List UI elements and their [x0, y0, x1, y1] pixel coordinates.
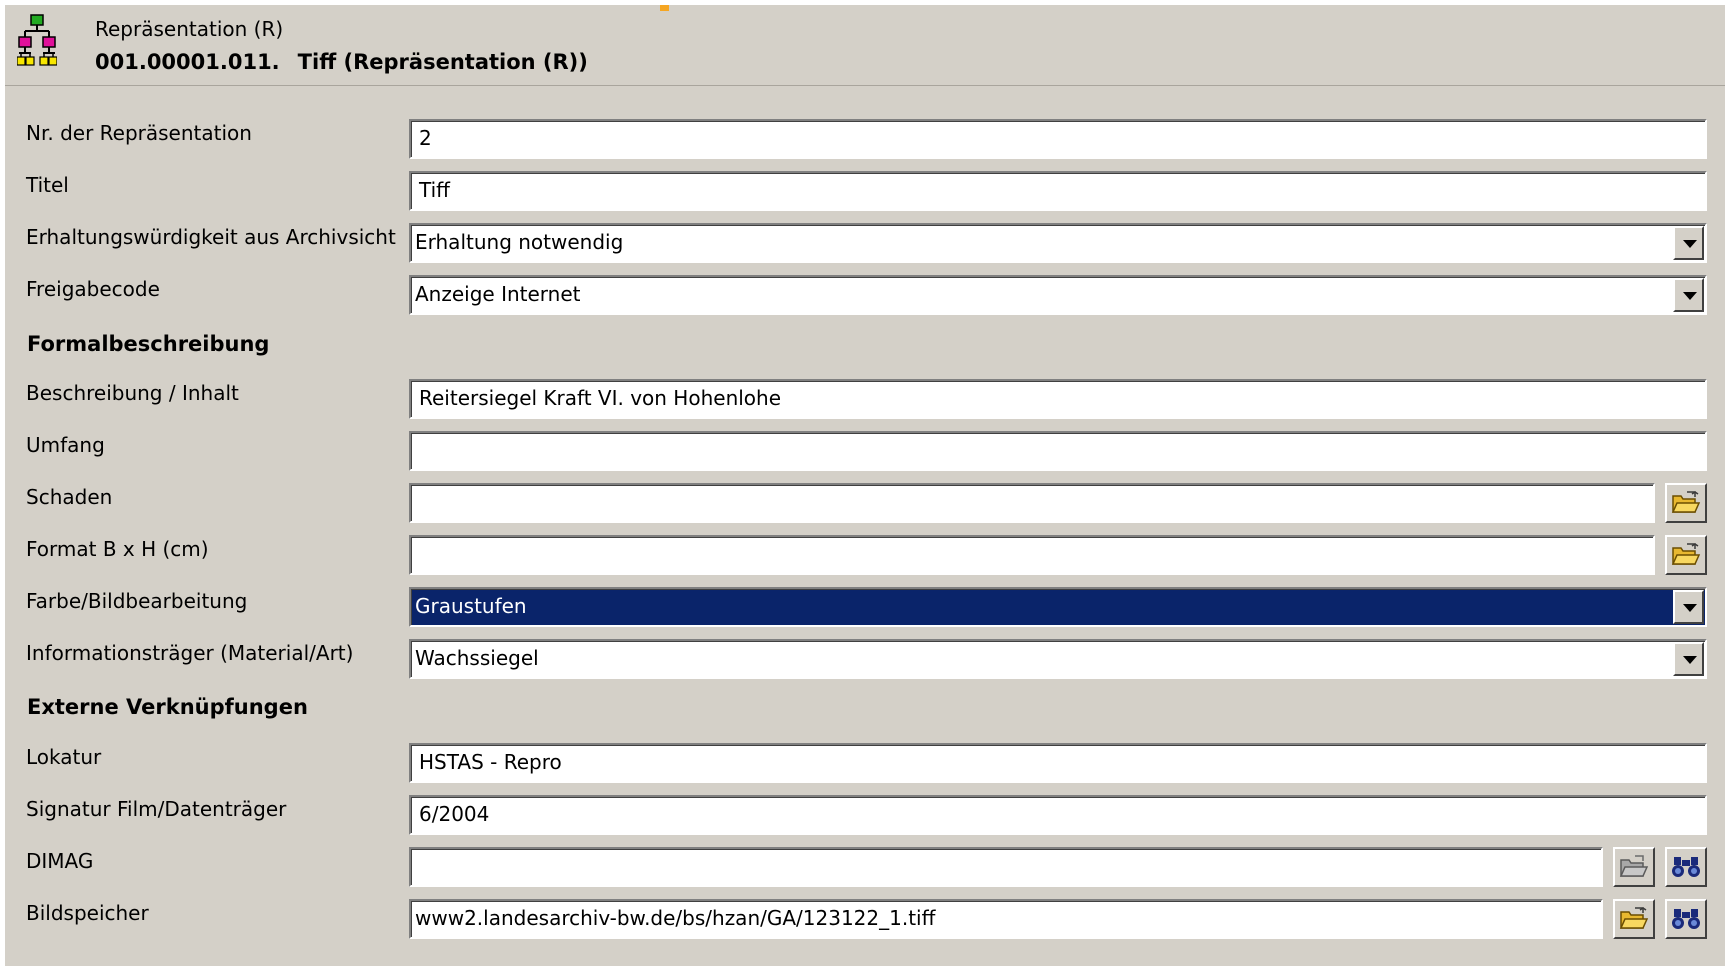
binoculars-icon	[1672, 857, 1700, 877]
signatur-label: Signatur Film/Datenträger	[26, 797, 287, 821]
erhaltung-label: Erhaltungswürdigkeit aus Archivsicht	[26, 225, 396, 249]
farbe-value: Graustufen	[415, 594, 527, 618]
freigabe-select[interactable]: Anzeige Internet	[409, 275, 1707, 315]
farbe-select[interactable]: Graustufen	[409, 587, 1707, 627]
format-label: Format B x H (cm)	[26, 537, 209, 561]
bildspeicher-browse-button[interactable]	[1613, 899, 1655, 939]
schaden-browse-button[interactable]	[1665, 483, 1707, 523]
hierarchy-tree-icon	[17, 14, 57, 66]
beschreibung-input[interactable]: Reitersiegel Kraft VI. von Hohenlohe	[409, 379, 1707, 419]
umfang-input[interactable]	[409, 431, 1707, 471]
chevron-down-icon[interactable]	[1673, 226, 1704, 260]
section-externe-verknuepfungen: Externe Verknüpfungen	[27, 695, 308, 719]
open-folder-icon	[1619, 907, 1649, 929]
erhaltung-select[interactable]: Erhaltung notwendig	[409, 223, 1707, 263]
titel-input[interactable]: Tiff	[409, 171, 1707, 211]
section-formalbeschreibung: Formalbeschreibung	[27, 332, 270, 356]
traeger-value: Wachssiegel	[415, 646, 539, 670]
open-folder-icon	[1671, 491, 1701, 513]
bildspeicher-input[interactable]: www2.landesarchiv-bw.de/bs/hzan/GA/12312…	[409, 899, 1603, 939]
chevron-down-icon[interactable]	[1673, 278, 1704, 312]
binoculars-icon	[1672, 909, 1700, 929]
traeger-label: Informationsträger (Material/Art)	[26, 641, 354, 665]
open-folder-icon	[1619, 855, 1649, 877]
bildspeicher-label: Bildspeicher	[26, 901, 149, 925]
farbe-label: Farbe/Bildbearbeitung	[26, 589, 248, 613]
titel-label: Titel	[26, 173, 69, 197]
freigabe-label: Freigabecode	[26, 277, 160, 301]
beschreibung-label: Beschreibung / Inhalt	[26, 381, 239, 405]
chevron-down-icon[interactable]	[1673, 590, 1704, 624]
erhaltung-value: Erhaltung notwendig	[415, 230, 624, 254]
dimag-input[interactable]	[409, 847, 1603, 887]
record-header: Repräsentation (R) 001.00001.011. Tiff (R…	[5, 5, 1725, 86]
lokatur-input[interactable]: HSTAS - Repro	[409, 743, 1707, 783]
schaden-input[interactable]	[409, 483, 1655, 523]
nr-input[interactable]: 2	[409, 119, 1707, 159]
schaden-label: Schaden	[26, 485, 113, 509]
record-window: Repräsentation (R) 001.00001.011. Tiff (R…	[5, 5, 1725, 966]
record-name: Tiff (Repräsentation (R))	[297, 50, 588, 74]
signatur-input[interactable]: 6/2004	[409, 795, 1707, 835]
traeger-select[interactable]: Wachssiegel	[409, 639, 1707, 679]
record-type-label: Repräsentation (R)	[95, 17, 284, 41]
freigabe-value: Anzeige Internet	[415, 282, 581, 306]
record-title: 001.00001.011. Tiff (Repräsentation (R))	[95, 50, 588, 74]
dimag-browse-button[interactable]	[1613, 847, 1655, 887]
dimag-search-button[interactable]	[1665, 847, 1707, 887]
nr-label: Nr. der Repräsentation	[26, 121, 252, 145]
umfang-label: Umfang	[26, 433, 105, 457]
dimag-label: DIMAG	[26, 849, 94, 873]
format-browse-button[interactable]	[1665, 535, 1707, 575]
bildspeicher-search-button[interactable]	[1665, 899, 1707, 939]
lokatur-label: Lokatur	[26, 745, 102, 769]
record-number: 001.00001.011.	[95, 50, 280, 74]
chevron-down-icon[interactable]	[1673, 642, 1704, 676]
format-input[interactable]	[409, 535, 1655, 575]
open-folder-icon	[1671, 543, 1701, 565]
